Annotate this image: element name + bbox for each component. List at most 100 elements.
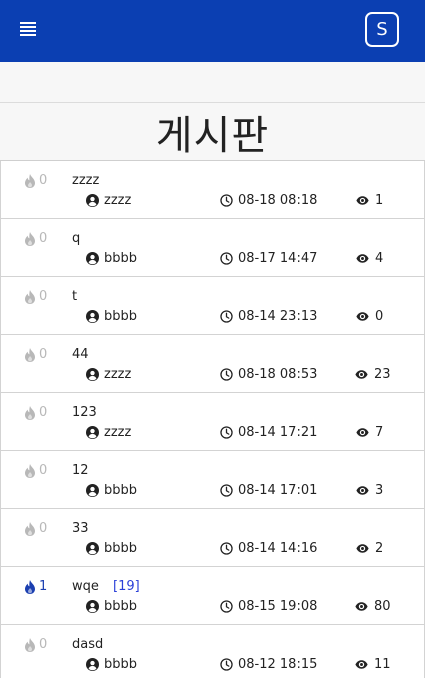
eye-icon — [355, 660, 368, 669]
flame-icon — [25, 463, 35, 478]
author-name: zzzz — [104, 193, 132, 208]
post-date: 08-12 18:15 — [220, 657, 317, 672]
date-text: 08-17 14:47 — [238, 251, 318, 266]
like-number: 0 — [39, 637, 48, 652]
views-number: 0 — [375, 309, 384, 324]
eye-icon — [355, 602, 368, 611]
hamburger-menu-icon[interactable] — [20, 22, 36, 38]
top-navbar: S — [0, 0, 425, 62]
avatar-letter: S — [376, 19, 388, 40]
author-name: bbbb — [104, 251, 138, 266]
like-number: 0 — [39, 289, 48, 304]
post-date: 08-14 23:13 — [220, 309, 317, 324]
post-row-7[interactable]: 0 33 bbbb 08-14 14:16 2 — [0, 509, 425, 567]
date-text: 08-14 17:21 — [238, 425, 318, 440]
author-name: bbbb — [104, 541, 138, 556]
user-avatar-button[interactable]: S — [365, 12, 399, 47]
post-author: bbbb — [86, 599, 137, 614]
header-spacer — [0, 62, 425, 103]
user-circle-icon — [86, 600, 99, 613]
post-date: 08-14 17:01 — [220, 483, 317, 498]
views-number: 11 — [374, 657, 391, 672]
user-circle-icon — [86, 658, 99, 671]
post-row-8[interactable]: 1 wqe [19] bbbb 08-15 19:08 80 — [0, 567, 425, 625]
author-name: bbbb — [104, 599, 138, 614]
post-row-5[interactable]: 0 123 zzzz 08-14 17:21 7 — [0, 393, 425, 451]
post-title[interactable]: q — [72, 231, 80, 246]
like-number: 0 — [39, 173, 48, 188]
post-author: bbbb — [86, 483, 137, 498]
user-circle-icon — [86, 194, 99, 207]
eye-icon — [356, 544, 369, 553]
eye-icon — [356, 254, 369, 263]
author-name: bbbb — [104, 483, 138, 498]
post-views: 4 — [355, 251, 383, 266]
like-count[interactable]: 0 — [25, 347, 47, 362]
like-count[interactable]: 0 — [25, 231, 47, 246]
user-circle-icon — [86, 310, 99, 323]
views-number: 1 — [375, 193, 384, 208]
views-number: 23 — [374, 367, 391, 382]
like-number: 0 — [39, 405, 48, 420]
post-author: zzzz — [86, 425, 131, 440]
clock-icon — [220, 310, 233, 323]
post-views: 11 — [354, 657, 391, 672]
like-count[interactable]: 0 — [25, 463, 47, 478]
post-title[interactable]: 12 — [72, 463, 89, 478]
post-title[interactable]: wqe — [72, 579, 99, 594]
post-row-9[interactable]: 0 dasd bbbb 08-12 18:15 11 — [0, 625, 425, 678]
date-text: 08-18 08:18 — [238, 193, 318, 208]
like-count[interactable]: 0 — [25, 289, 47, 304]
like-number: 0 — [39, 231, 48, 246]
clock-icon — [220, 542, 233, 555]
views-number: 7 — [375, 425, 384, 440]
date-text: 08-14 23:13 — [238, 309, 318, 324]
clock-icon — [220, 484, 233, 497]
post-author: bbbb — [86, 309, 137, 324]
clock-icon — [220, 600, 233, 613]
eye-icon — [356, 486, 369, 495]
post-title[interactable]: dasd — [72, 637, 103, 652]
post-views: 7 — [355, 425, 383, 440]
views-number: 2 — [375, 541, 384, 556]
post-row-6[interactable]: 0 12 bbbb 08-14 17:01 3 — [0, 451, 425, 509]
date-text: 08-18 08:53 — [238, 367, 318, 382]
post-row-4[interactable]: 0 44 zzzz 08-18 08:53 23 — [0, 335, 425, 393]
views-number: 4 — [375, 251, 384, 266]
post-date: 08-14 17:21 — [220, 425, 317, 440]
post-row-3[interactable]: 0 t bbbb 08-14 23:13 0 — [0, 277, 425, 335]
like-number: 0 — [39, 521, 48, 536]
flame-icon — [25, 521, 35, 536]
eye-icon — [356, 312, 369, 321]
like-number: 0 — [39, 347, 48, 362]
post-title[interactable]: 33 — [72, 521, 89, 536]
flame-icon — [25, 231, 35, 246]
post-row-1[interactable]: 0 zzzz zzzz 08-18 08:18 1 — [0, 161, 425, 219]
clock-icon — [220, 252, 233, 265]
post-row-2[interactable]: 0 q bbbb 08-17 14:47 4 — [0, 219, 425, 277]
flame-icon — [25, 637, 35, 652]
views-number: 80 — [374, 599, 391, 614]
title-bar: 게시판 — [0, 103, 425, 160]
user-circle-icon — [86, 368, 99, 381]
post-title[interactable]: zzzz — [72, 173, 99, 188]
post-author: bbbb — [86, 251, 137, 266]
user-circle-icon — [86, 542, 99, 555]
post-title[interactable]: t — [72, 289, 77, 304]
like-count[interactable]: 0 — [25, 173, 47, 188]
post-title[interactable]: 44 — [72, 347, 89, 362]
date-text: 08-14 17:01 — [238, 483, 318, 498]
post-views: 3 — [355, 483, 383, 498]
like-count[interactable]: 1 — [25, 579, 47, 594]
clock-icon — [220, 194, 233, 207]
page-title: 게시판 — [155, 112, 270, 159]
author-name: zzzz — [104, 425, 132, 440]
flame-icon — [25, 579, 35, 594]
author-name: bbbb — [104, 657, 138, 672]
date-text: 08-12 18:15 — [238, 657, 318, 672]
clock-icon — [220, 658, 233, 671]
post-title[interactable]: 123 — [72, 405, 97, 420]
like-count[interactable]: 0 — [25, 521, 47, 536]
like-count[interactable]: 0 — [25, 637, 47, 652]
like-count[interactable]: 0 — [25, 405, 47, 420]
